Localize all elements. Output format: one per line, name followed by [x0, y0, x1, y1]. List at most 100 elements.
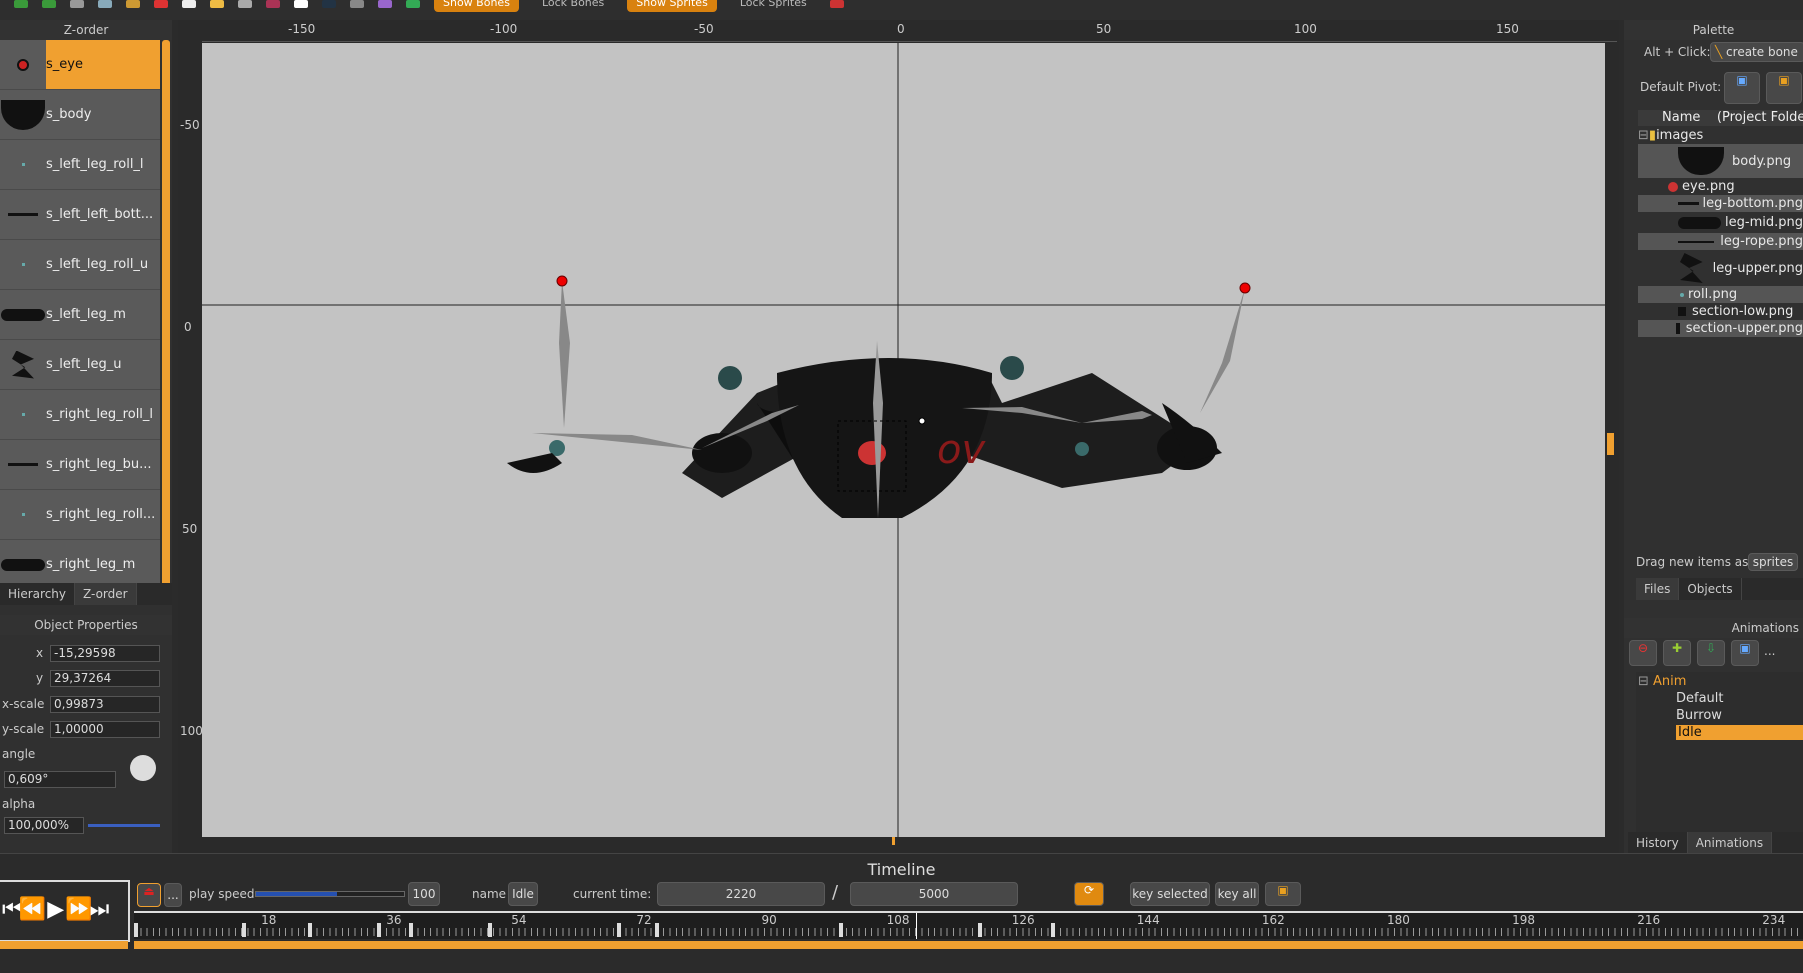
add-animation-button[interactable]: ✚: [1663, 640, 1691, 666]
angle-field[interactable]: 0,609°: [4, 771, 116, 788]
export-icon[interactable]: [266, 0, 280, 8]
file-item[interactable]: leg-mid.png: [1638, 212, 1803, 233]
tab-history[interactable]: History: [1628, 832, 1688, 854]
keyframe-marker[interactable]: [307, 923, 312, 937]
tab-zorder[interactable]: Z-order: [75, 583, 137, 605]
zorder-item[interactable]: s_right_leg_bu...: [0, 440, 160, 490]
new-icon[interactable]: [182, 0, 196, 8]
playhead[interactable]: [915, 913, 917, 939]
key-selected-button[interactable]: key selected: [1130, 882, 1210, 906]
keyframe-marker[interactable]: [978, 923, 983, 937]
key-all-button[interactable]: key all: [1215, 882, 1259, 906]
skip-start-icon[interactable]: ⏮: [2, 897, 22, 922]
fit-icon[interactable]: [406, 0, 420, 8]
settings-icon[interactable]: [350, 0, 364, 8]
zorder-item[interactable]: s_left_leg_m: [0, 290, 160, 340]
yscale-field[interactable]: 1,00000: [50, 721, 160, 738]
tab-files[interactable]: Files: [1636, 578, 1680, 600]
keyframe-marker[interactable]: [655, 923, 660, 937]
keyframe-options-button[interactable]: ▣: [1265, 882, 1301, 906]
play-speed-slider[interactable]: [255, 891, 405, 897]
chart-icon[interactable]: [829, 0, 844, 8]
zorder-item[interactable]: s_left_leg_roll_l: [0, 140, 160, 190]
save-icon[interactable]: [238, 0, 252, 8]
file-item[interactable]: leg-upper.png: [1638, 250, 1803, 286]
anim-item[interactable]: Burrow: [1676, 708, 1803, 723]
col-name[interactable]: Name: [1662, 110, 1700, 125]
alpha-field[interactable]: 100,000%: [4, 817, 84, 834]
play-icon[interactable]: ▶: [47, 897, 64, 922]
timeline-scrollbar[interactable]: [134, 941, 1803, 949]
record-button[interactable]: ⏏: [137, 883, 161, 907]
total-time-field[interactable]: 5000: [850, 882, 1018, 906]
folder-images[interactable]: ⊟ ▮ images: [1638, 127, 1803, 143]
zorder-item[interactable]: s_left_leg_u: [0, 340, 160, 390]
delete-icon[interactable]: [154, 0, 168, 8]
redo-icon[interactable]: [42, 0, 56, 8]
keyframe-marker[interactable]: [377, 923, 382, 937]
show-sprites-toggle[interactable]: Show Sprites: [627, 0, 717, 12]
stage-canvas[interactable]: ov: [202, 43, 1605, 837]
zorder-item[interactable]: s_right_leg_roll...: [0, 490, 160, 540]
xscale-field[interactable]: 0,99873: [50, 696, 160, 713]
vertical-scrollbar[interactable]: [1605, 43, 1615, 837]
zorder-scrollbar[interactable]: [162, 40, 170, 600]
anim-root[interactable]: ⊟ Anim: [1638, 674, 1686, 689]
alpha-slider[interactable]: [88, 824, 160, 827]
file-item[interactable]: leg-rope.png: [1638, 233, 1803, 250]
tab-animations[interactable]: Animations: [1687, 832, 1773, 854]
tab-objects[interactable]: Objects: [1679, 578, 1742, 600]
paste-icon[interactable]: [126, 0, 140, 8]
animation-name-field[interactable]: Idle: [508, 882, 538, 906]
keyframe-marker[interactable]: [408, 923, 413, 937]
horizontal-scrollbar[interactable]: [202, 837, 1605, 847]
duplicate-animation-button[interactable]: ▣: [1731, 640, 1759, 666]
rewind-icon[interactable]: ⏪: [19, 897, 46, 922]
zorder-item[interactable]: s_body: [0, 90, 160, 140]
cut-icon[interactable]: [70, 0, 84, 8]
keyframe-marker[interactable]: [134, 923, 138, 937]
zorder-item[interactable]: s_eye: [0, 40, 160, 90]
keyframe-marker[interactable]: [1051, 923, 1056, 937]
fast-forward-icon[interactable]: ⏩: [65, 897, 92, 922]
lock-sprites-toggle[interactable]: Lock Sprites: [731, 0, 816, 12]
copy-pivot-button[interactable]: ▣: [1724, 72, 1760, 104]
playback-scrollbar[interactable]: [0, 941, 128, 949]
anim-item-selected[interactable]: Idle: [1676, 725, 1803, 740]
play-speed-field[interactable]: 100: [408, 882, 440, 906]
file-item[interactable]: section-low.png: [1638, 303, 1803, 320]
remove-animation-button[interactable]: ⊖: [1629, 640, 1657, 666]
show-bones-toggle[interactable]: Show Bones: [434, 0, 519, 12]
file-item[interactable]: section-upper.png: [1638, 320, 1803, 337]
keyframe-marker[interactable]: [241, 923, 246, 937]
zorder-item[interactable]: s_right_leg_roll_l: [0, 390, 160, 440]
create-bone-button[interactable]: ╲ create bone: [1710, 42, 1803, 62]
zorder-item[interactable]: s_left_left_bott...: [0, 190, 160, 240]
timeline-more-button[interactable]: ...: [164, 883, 182, 907]
angle-dial[interactable]: [130, 755, 156, 781]
import-animation-button[interactable]: ⇩: [1697, 640, 1725, 666]
anim-item[interactable]: Default: [1676, 691, 1803, 706]
y-field[interactable]: 29,37264: [50, 670, 160, 687]
file-item[interactable]: body.png: [1638, 144, 1803, 178]
screen-icon[interactable]: [322, 0, 336, 8]
skip-end-icon[interactable]: ⏭: [90, 897, 110, 922]
tab-hierarchy[interactable]: Hierarchy: [0, 583, 76, 605]
copy-icon[interactable]: [98, 0, 112, 8]
keyframe-marker[interactable]: [617, 923, 622, 937]
paste-pivot-button[interactable]: ▣: [1766, 72, 1802, 104]
file-item[interactable]: leg-bottom.png: [1638, 195, 1803, 212]
file-item[interactable]: eye.png: [1638, 178, 1803, 195]
timeline-track[interactable]: 18 36 54 72 90 108 126 144 162 180 198 216 234: [134, 911, 1803, 939]
keyframe-marker[interactable]: [839, 923, 844, 937]
open-icon[interactable]: [210, 0, 224, 8]
loop-button[interactable]: ⟳: [1074, 882, 1104, 906]
undo-icon[interactable]: [14, 0, 28, 8]
current-time-field[interactable]: 2220: [657, 882, 825, 906]
col-folder[interactable]: (Project Folder): [1717, 110, 1803, 125]
x-field[interactable]: -15,29598: [50, 645, 160, 662]
drag-mode-select[interactable]: sprites: [1748, 553, 1798, 571]
keyframe-marker[interactable]: [488, 923, 493, 937]
page-icon[interactable]: [294, 0, 308, 8]
more-animation-button[interactable]: ...: [1764, 644, 1775, 658]
